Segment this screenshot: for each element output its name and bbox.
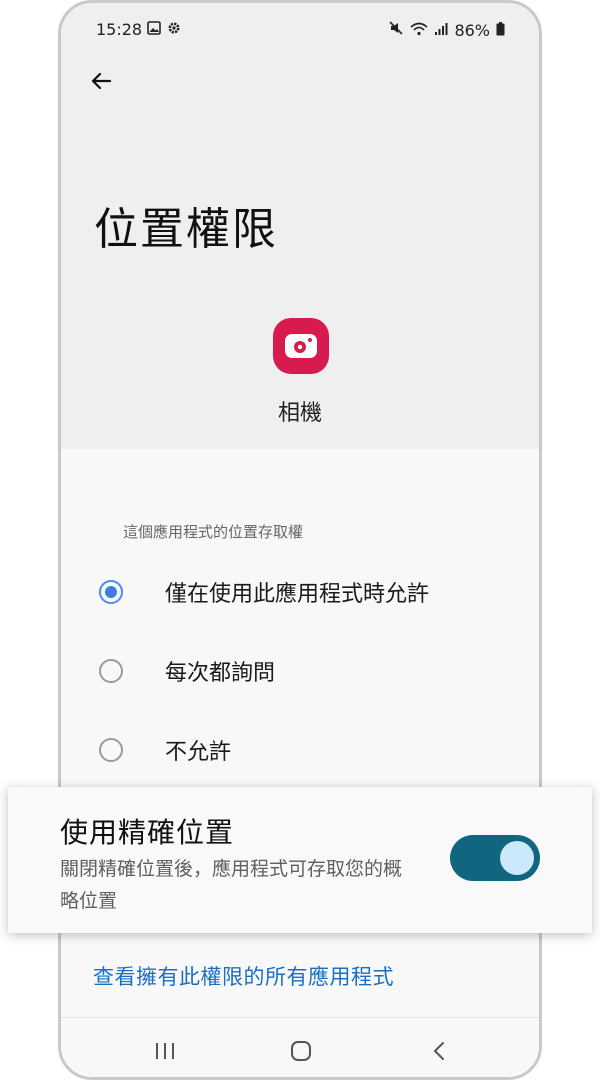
option-ask-every-time[interactable]: 每次都詢問 xyxy=(97,646,519,696)
page-title: 位置權限 xyxy=(94,204,278,255)
home-button[interactable] xyxy=(281,1033,321,1069)
app-name: 相機 xyxy=(277,401,322,426)
precise-location-toggle[interactable] xyxy=(450,835,540,881)
signal-icon xyxy=(434,21,448,40)
gear-icon xyxy=(167,20,181,39)
recents-icon xyxy=(156,1043,174,1059)
option-allow-while-using[interactable]: 僅在使用此應用程式時允許 xyxy=(97,567,519,617)
radio-unchecked[interactable] xyxy=(99,738,123,762)
see-all-apps-link[interactable]: 查看擁有此權限的所有應用程式 xyxy=(93,961,394,991)
status-time: 15:28 xyxy=(96,20,143,39)
nav-back-button[interactable] xyxy=(419,1033,459,1069)
section-label: 這個應用程式的位置存取權 xyxy=(123,523,304,541)
precise-location-title: 使用精確位置 xyxy=(60,816,235,849)
option-label: 僅在使用此應用程式時允許 xyxy=(165,582,430,607)
option-label: 每次都詢問 xyxy=(165,661,276,686)
status-bar: 15:28 86% xyxy=(61,15,539,45)
recents-button[interactable] xyxy=(145,1033,185,1069)
image-icon xyxy=(147,20,161,39)
home-icon xyxy=(291,1041,311,1061)
radio-checked[interactable] xyxy=(99,580,123,604)
battery-icon xyxy=(496,21,505,40)
option-deny[interactable]: 不允許 xyxy=(97,725,519,775)
divider xyxy=(61,1017,539,1018)
precise-location-description: 關閉精確位置後，應用程式可存取您的概略位置 xyxy=(60,858,403,912)
battery-percent: 86% xyxy=(454,20,490,40)
back-button[interactable] xyxy=(81,61,121,101)
back-icon xyxy=(434,1042,444,1060)
mute-icon xyxy=(388,20,404,40)
precise-location-card[interactable]: 使用精確位置 關閉精確位置後，應用程式可存取您的概略位置 xyxy=(8,787,592,933)
wifi-icon xyxy=(410,21,428,40)
navigation-bar xyxy=(61,1019,539,1077)
camera-icon xyxy=(273,318,329,374)
radio-unchecked[interactable] xyxy=(99,659,123,683)
arrow-left-icon xyxy=(91,72,112,90)
option-label: 不允許 xyxy=(165,740,232,765)
toggle-knob xyxy=(500,841,534,875)
